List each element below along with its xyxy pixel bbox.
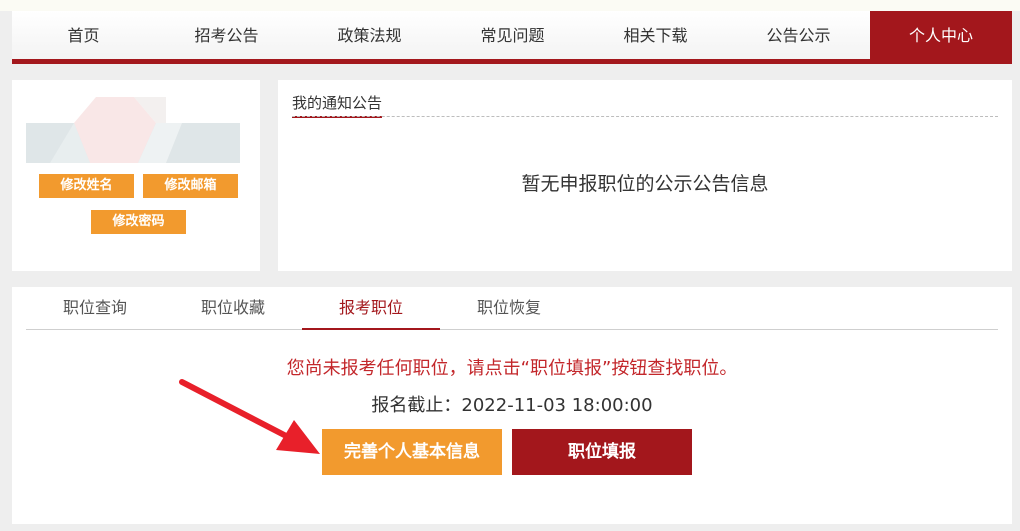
no-application-message: 您尚未报考任何职位，请点击“职位填报”按钮查找职位。 [286,358,738,379]
complete-info-button[interactable]: 完善个人基本信息 [322,429,502,475]
annotation-arrow-icon [179,379,320,454]
edit-email-button[interactable]: 修改邮箱 [143,174,238,198]
registration-deadline: 报名截止：2022-11-03 18:00:00 [371,395,653,416]
fill-job-button[interactable]: 职位填报 [512,429,692,475]
nav-downloads[interactable]: 相关下载 [584,11,727,60]
edit-password-button[interactable]: 修改密码 [91,210,186,234]
nav-exam-announcements[interactable]: 招考公告 [155,11,298,60]
top-strip [0,0,1020,11]
notice-divider [292,116,998,117]
nav-home[interactable]: 首页 [12,11,155,60]
edit-name-button[interactable]: 修改姓名 [39,174,134,198]
nav-personal-center[interactable]: 个人中心 [870,11,1012,60]
tab-job-restore[interactable]: 职位恢复 [440,287,578,329]
nav-policies[interactable]: 政策法规 [298,11,441,60]
tab-job-favorites[interactable]: 职位收藏 [164,287,302,329]
tab-job-search[interactable]: 职位查询 [26,287,164,329]
nav-faq[interactable]: 常见问题 [441,11,584,60]
nav-public-notices[interactable]: 公告公示 [727,11,870,60]
notice-empty-message: 暂无申报职位的公示公告信息 [521,173,769,195]
jobs-tabs: 职位查询 职位收藏 报考职位 职位恢复 [26,287,998,330]
jobs-panel: 职位查询 职位收藏 报考职位 职位恢复 您尚未报考任何职位，请点击“职位填报”按… [12,287,1012,524]
profile-panel: 修改姓名 修改邮箱 修改密码 [12,80,260,271]
tab-applied-jobs[interactable]: 报考职位 [302,287,440,330]
avatar-placeholder [26,97,240,163]
main-nav: 首页 招考公告 政策法规 常见问题 相关下载 公告公示 个人中心 [12,11,1012,60]
nav-underline [12,59,1012,64]
notice-panel: 我的通知公告 暂无申报职位的公示公告信息 [278,80,1012,271]
notice-title[interactable]: 我的通知公告 [292,92,383,118]
